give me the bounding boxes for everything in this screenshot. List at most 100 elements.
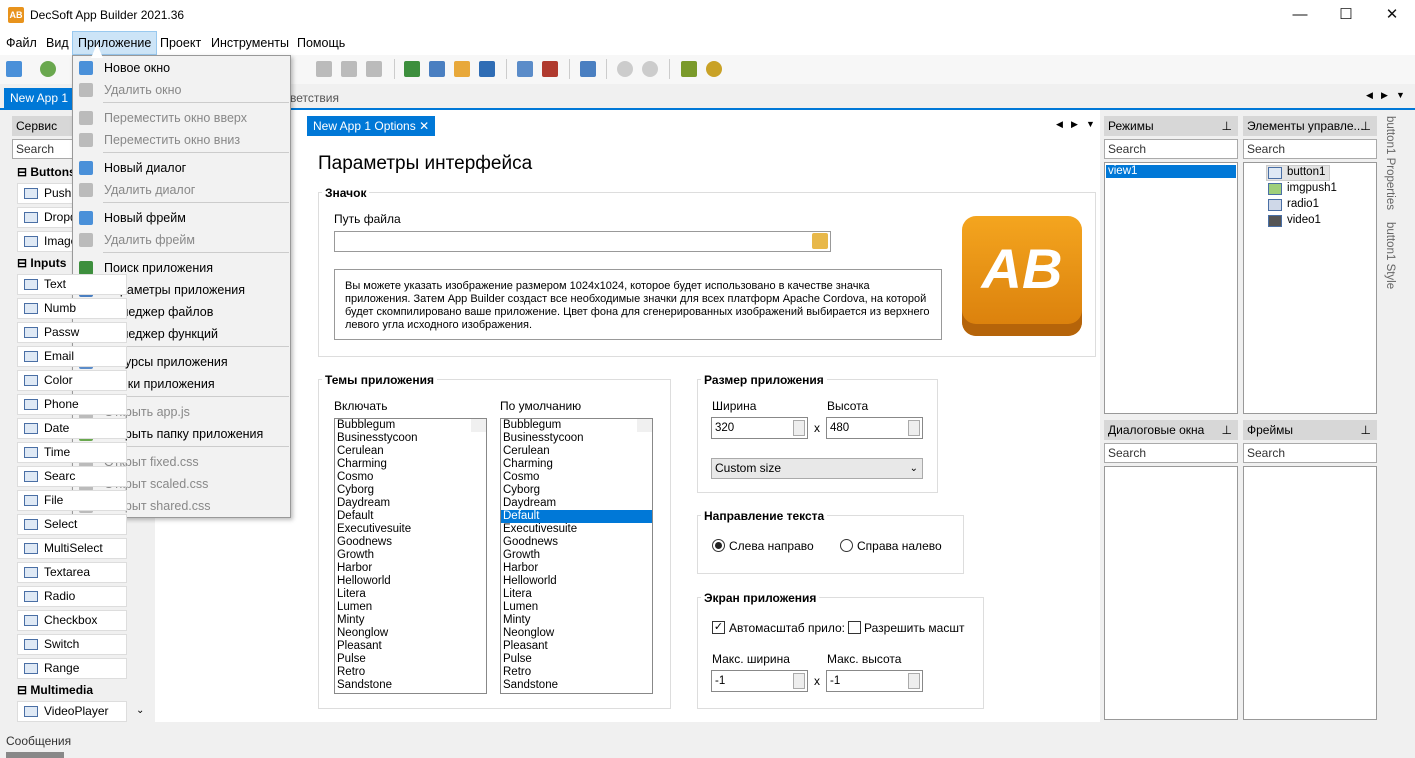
menu-project[interactable]: Проект — [155, 31, 206, 55]
theme-list-item[interactable]: Charming — [501, 458, 652, 471]
toolbox-item-color[interactable]: Color — [17, 370, 127, 391]
tree-item[interactable]: video1 — [1287, 214, 1321, 226]
debug-icon[interactable] — [681, 61, 697, 77]
menu-file[interactable]: Файл — [1, 31, 42, 55]
scroll-down-icon[interactable]: ⌄ — [136, 705, 144, 716]
menu-item[interactable]: Переместить окно вниз — [104, 129, 240, 151]
resources-icon[interactable] — [517, 61, 533, 77]
properties-side-tab[interactable]: button1 Properties — [1384, 116, 1396, 210]
theme-list-item[interactable]: Neonglow — [501, 627, 652, 640]
theme-list-item[interactable]: Minty — [501, 614, 652, 627]
theme-list-item[interactable]: Cosmo — [501, 471, 652, 484]
style-side-tab[interactable]: button1 Style — [1384, 222, 1396, 289]
themes-include-list[interactable]: Bubblegum Businesstycoon Cerulean Charming C… — [334, 418, 487, 694]
languages-icon[interactable] — [542, 61, 558, 77]
menu-item[interactable]: Переместить окно вверх — [104, 107, 247, 129]
modes-search-input[interactable]: Search — [1104, 139, 1238, 159]
nav-left-icon[interactable]: ◀ — [1056, 119, 1063, 130]
section-multimedia[interactable]: ⊟ Multimedia — [17, 681, 93, 699]
menu-item[interactable]: Новый диалог — [104, 157, 186, 179]
theme-list-item[interactable]: Goodnews — [335, 536, 486, 549]
browse-folder-icon[interactable] — [812, 233, 828, 249]
toolbox-item-passw[interactable]: Passw — [17, 322, 127, 343]
theme-list-item[interactable]: Default — [335, 510, 486, 523]
theme-list-item[interactable]: Pleasant — [501, 640, 652, 653]
open-recent-icon[interactable] — [40, 61, 56, 77]
theme-list-item[interactable]: Growth — [501, 549, 652, 562]
toolbox-item-switch[interactable]: Switch — [17, 634, 127, 655]
toolbox-item-range[interactable]: Range — [17, 658, 127, 679]
toolbox-item-text[interactable]: Text — [17, 274, 127, 295]
theme-list-item[interactable]: Harbor — [335, 562, 486, 575]
tab-options[interactable]: New App 1 Options ✕ — [307, 116, 436, 136]
themes-default-list[interactable]: Bubblegum Businesstycoon Cerulean Charming C… — [500, 418, 653, 694]
dialogs-search-input[interactable]: Search — [1104, 443, 1238, 463]
nav-right-icon[interactable]: ▶ — [1071, 119, 1078, 130]
theme-list-item[interactable]: Default — [501, 510, 652, 523]
menu-item[interactable]: Удалить фрейм — [104, 229, 195, 251]
toolbox-item-select[interactable]: Select — [17, 514, 127, 535]
window-tool-icon[interactable] — [366, 61, 382, 77]
theme-list-item[interactable]: Pulse — [501, 653, 652, 666]
theme-list-item[interactable]: Litera — [501, 588, 652, 601]
theme-list-item[interactable]: Goodnews — [501, 536, 652, 549]
theme-list-item[interactable]: Charming — [335, 458, 486, 471]
width-spinner[interactable]: 320 — [711, 417, 808, 439]
section-buttons[interactable]: ⊟ Buttons — [17, 163, 76, 181]
window-tool-icon[interactable] — [316, 61, 332, 77]
nav-list-icon[interactable]: ▼ — [1086, 119, 1095, 129]
tree-item[interactable]: button1 — [1287, 166, 1325, 178]
theme-list-item[interactable]: Pleasant — [335, 640, 486, 653]
toolbox-item-videoplayer[interactable]: VideoPlayer — [17, 701, 127, 722]
theme-list-item[interactable]: Minty — [335, 614, 486, 627]
toolbox-item-email[interactable]: Email — [17, 346, 127, 367]
ltr-radio[interactable] — [712, 539, 725, 552]
toolbox-item-textarea[interactable]: Textarea — [17, 562, 127, 583]
frames-search-input[interactable]: Search — [1243, 443, 1377, 463]
tab-list-icon[interactable]: ▼ — [1396, 90, 1405, 100]
theme-list-item[interactable]: Lumen — [501, 601, 652, 614]
height-spinner[interactable]: 480 — [826, 417, 923, 439]
theme-list-item[interactable]: Cerulean — [501, 445, 652, 458]
theme-list-item[interactable]: Litera — [335, 588, 486, 601]
menu-item[interactable]: Новое окно — [104, 57, 170, 79]
theme-list-item[interactable]: Sandstone — [335, 679, 486, 692]
theme-list-item[interactable]: Daydream — [335, 497, 486, 510]
theme-list-item[interactable]: Cyborg — [335, 484, 486, 497]
function-manager-icon[interactable] — [479, 61, 495, 77]
menu-tools[interactable]: Инструменты — [206, 31, 294, 55]
minimize-button[interactable]: — — [1277, 0, 1323, 31]
theme-list-item[interactable]: Businesstycoon — [501, 432, 652, 445]
tab-scroll-left-icon[interactable]: ◀ — [1366, 90, 1373, 101]
menu-item[interactable]: Удалить диалог — [104, 179, 195, 201]
view1-item[interactable]: view1 — [1106, 165, 1236, 178]
theme-list-item[interactable]: Pulse — [335, 653, 486, 666]
play-icon[interactable] — [617, 61, 633, 77]
theme-list-item[interactable]: Bubblegum — [335, 419, 486, 432]
theme-list-item[interactable]: Harbor — [501, 562, 652, 575]
theme-list-item[interactable]: Sandstone — [501, 679, 652, 692]
status-messages[interactable]: Сообщения — [6, 734, 71, 748]
toolbox-item-checkbox[interactable]: Checkbox — [17, 610, 127, 631]
theme-list-item[interactable]: Cyborg — [501, 484, 652, 497]
tools-icon[interactable] — [580, 61, 596, 77]
window-tool-icon[interactable] — [341, 61, 357, 77]
theme-list-item[interactable]: Growth — [335, 549, 486, 562]
menu-help[interactable]: Помощь — [292, 31, 350, 55]
scrollbar[interactable] — [637, 419, 652, 432]
tree-item[interactable]: imgpush1 — [1287, 182, 1337, 194]
bug-icon[interactable] — [706, 61, 722, 77]
theme-list-item[interactable]: Cerulean — [335, 445, 486, 458]
max-width-spinner[interactable]: -1 — [711, 670, 808, 692]
menu-item[interactable]: Открыть папку приложения — [104, 423, 263, 445]
theme-list-item[interactable]: Neonglow — [335, 627, 486, 640]
size-select[interactable]: Custom size ⌄ — [711, 458, 923, 479]
theme-list-item[interactable]: Executivesuite — [501, 523, 652, 536]
search-app-icon[interactable] — [404, 61, 420, 77]
allow-zoom-checkbox[interactable] — [848, 621, 861, 634]
theme-list-item[interactable]: Retro — [501, 666, 652, 679]
theme-list-item[interactable]: Cosmo — [335, 471, 486, 484]
close-button[interactable]: ✕ — [1369, 0, 1415, 31]
toolbox-item-time[interactable]: Time — [17, 442, 127, 463]
toolbox-item-multiselect[interactable]: MultiSelect — [17, 538, 127, 559]
